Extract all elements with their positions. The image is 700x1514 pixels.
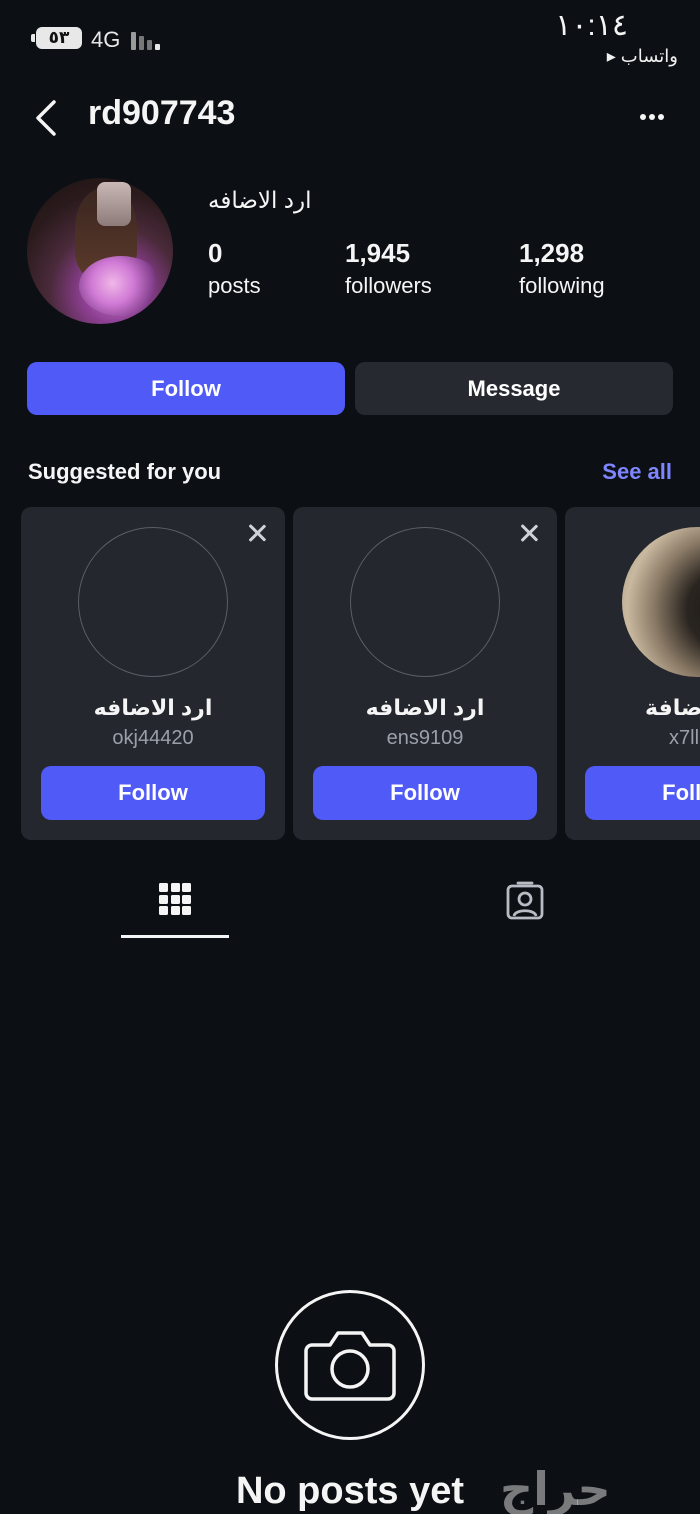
stat-value: 1,945 bbox=[345, 238, 411, 268]
suggested-follow-button[interactable]: Follow bbox=[585, 766, 700, 820]
more-options-button[interactable] bbox=[630, 104, 674, 130]
more-dot-icon bbox=[658, 114, 664, 120]
signal-icon bbox=[131, 28, 165, 50]
stat-followers[interactable]: 1,945 followers bbox=[345, 238, 432, 299]
suggested-avatar bbox=[622, 527, 700, 677]
more-dot-icon bbox=[640, 114, 646, 120]
suggested-name: ارد الاضافه bbox=[93, 695, 213, 720]
display-name: ارد الاضافه bbox=[208, 187, 312, 213]
stat-value: 1,298 bbox=[519, 238, 585, 268]
back-button[interactable] bbox=[28, 96, 68, 140]
tagged-icon bbox=[506, 881, 544, 920]
chevron-left-icon bbox=[36, 100, 56, 136]
stat-following[interactable]: 1,298 following bbox=[519, 238, 605, 299]
suggested-handle: x7ll bbox=[669, 727, 700, 749]
active-tab-indicator bbox=[121, 935, 229, 938]
watermark-logo: حراج bbox=[500, 1462, 611, 1514]
avatar-placeholder bbox=[78, 527, 228, 677]
stat-label: posts bbox=[208, 273, 261, 298]
stat-posts: 0 posts bbox=[208, 238, 261, 299]
message-button[interactable]: Message bbox=[355, 362, 673, 415]
suggested-name: لإضافة bbox=[645, 695, 700, 720]
profile-avatar[interactable] bbox=[27, 178, 173, 324]
grid-icon bbox=[159, 883, 191, 915]
stat-label: following bbox=[519, 273, 605, 298]
suggested-name: ارد الاضافه bbox=[365, 695, 485, 720]
suggested-title: Suggested for you bbox=[28, 459, 222, 484]
battery-indicator: ٥٣ bbox=[31, 27, 82, 49]
page-title-username: rd907743 bbox=[88, 94, 236, 132]
close-icon[interactable] bbox=[519, 523, 539, 543]
suggested-follow-button[interactable]: Follow bbox=[41, 766, 265, 820]
suggested-card[interactable]: لإضافة x7ll Follow bbox=[565, 507, 700, 840]
camera-icon bbox=[304, 1331, 396, 1401]
stat-value: 0 bbox=[208, 238, 223, 268]
empty-state-circle bbox=[275, 1290, 425, 1440]
tab-tagged[interactable] bbox=[503, 880, 547, 940]
suggested-card[interactable]: ارد الاضافه ens9109 Follow bbox=[293, 507, 557, 840]
return-to-app-link[interactable]: واتساب ▸ bbox=[607, 46, 678, 67]
clock: ١٠:١٤ bbox=[555, 9, 628, 42]
follow-button[interactable]: Follow bbox=[27, 362, 345, 415]
stat-label: followers bbox=[345, 273, 432, 298]
network-type: 4G bbox=[91, 27, 121, 52]
more-dot-icon bbox=[649, 114, 655, 120]
tab-posts-grid[interactable] bbox=[121, 880, 229, 940]
avatar-placeholder bbox=[350, 527, 500, 677]
suggested-follow-button[interactable]: Follow bbox=[313, 766, 537, 820]
suggested-handle: okj44420 bbox=[112, 727, 194, 749]
see-all-link[interactable]: See all bbox=[602, 459, 672, 485]
status-bar: ٥٣ 4G ١٠:١٤ واتساب ▸ bbox=[0, 0, 700, 80]
suggested-card[interactable]: ارد الاضافه okj44420 Follow bbox=[21, 507, 285, 840]
profile-screen: ٥٣ 4G ١٠:١٤ واتساب ▸ rd907743 ارد الاضاف… bbox=[0, 0, 700, 1514]
suggested-handle: ens9109 bbox=[386, 727, 464, 749]
close-icon[interactable] bbox=[247, 523, 267, 543]
